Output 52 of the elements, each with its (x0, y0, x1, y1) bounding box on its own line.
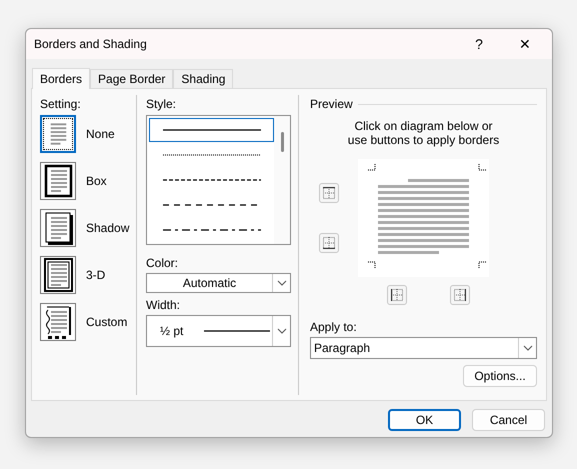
line-style-icon (162, 179, 260, 181)
setting-option-label: Custom (86, 314, 128, 331)
chevron-down-icon (522, 345, 532, 351)
chevron-down-icon (276, 280, 286, 286)
setting-label: Setting: (40, 96, 82, 113)
setting-option-label: 3-D (86, 267, 106, 284)
help-button[interactable]: ? (456, 29, 502, 59)
dialog-button[interactable]: OK (388, 409, 461, 431)
options-button[interactable]: Options... (463, 365, 537, 387)
setting-option[interactable] (40, 256, 76, 294)
line-style-icon (162, 154, 260, 156)
border-grid-icon (454, 289, 466, 301)
width-value: ½ pt (160, 323, 184, 340)
color-dropdown[interactable]: Automatic (146, 273, 291, 293)
setting-option-label: None (86, 126, 115, 143)
setting-option[interactable] (40, 303, 76, 341)
setting-option[interactable] (40, 162, 76, 200)
close-button[interactable]: ✕ (502, 29, 548, 59)
width-label: Width: (146, 297, 182, 314)
scrollbar[interactable] (274, 116, 290, 244)
line-sample-icon (204, 330, 270, 332)
tab[interactable]: Shading (173, 69, 234, 88)
border-toggle-button[interactable] (319, 183, 339, 203)
tab[interactable]: Page Border (90, 69, 174, 88)
setting-option[interactable] (40, 209, 76, 247)
border-setting-icon (42, 256, 74, 294)
style-option[interactable] (149, 118, 274, 142)
style-label: Style: (146, 96, 178, 113)
border-grid-icon (323, 237, 335, 249)
line-style-icon (162, 129, 260, 131)
apply-to-value: Paragraph (314, 340, 372, 357)
tab[interactable]: Borders (32, 68, 90, 89)
border-toggle-button[interactable] (450, 285, 470, 305)
setting-option-label: Shadow (86, 220, 130, 237)
width-dropdown[interactable]: ½ pt (146, 315, 291, 347)
apply-to-label: Apply to: (310, 319, 358, 336)
chevron-down-icon (276, 328, 286, 334)
border-toggle-button[interactable] (319, 233, 339, 253)
line-style-icon (162, 229, 260, 231)
dialog-button[interactable]: Cancel (472, 409, 545, 431)
border-grid-icon (391, 289, 403, 301)
color-value: Automatic (182, 275, 238, 292)
preview-label: Preview (310, 96, 353, 113)
border-toggle-button[interactable] (387, 285, 407, 305)
color-label: Color: (146, 255, 180, 272)
preview-hint: Click on diagram below or use buttons to apply borders (346, 119, 500, 147)
setting-option[interactable] (40, 115, 76, 153)
scrollbar-thumb[interactable] (280, 132, 284, 152)
setting-option-label: Box (86, 173, 107, 190)
border-grid-icon (323, 187, 335, 199)
apply-to-dropdown[interactable]: Paragraph (310, 337, 537, 359)
window-title: Borders and Shading (34, 36, 148, 53)
